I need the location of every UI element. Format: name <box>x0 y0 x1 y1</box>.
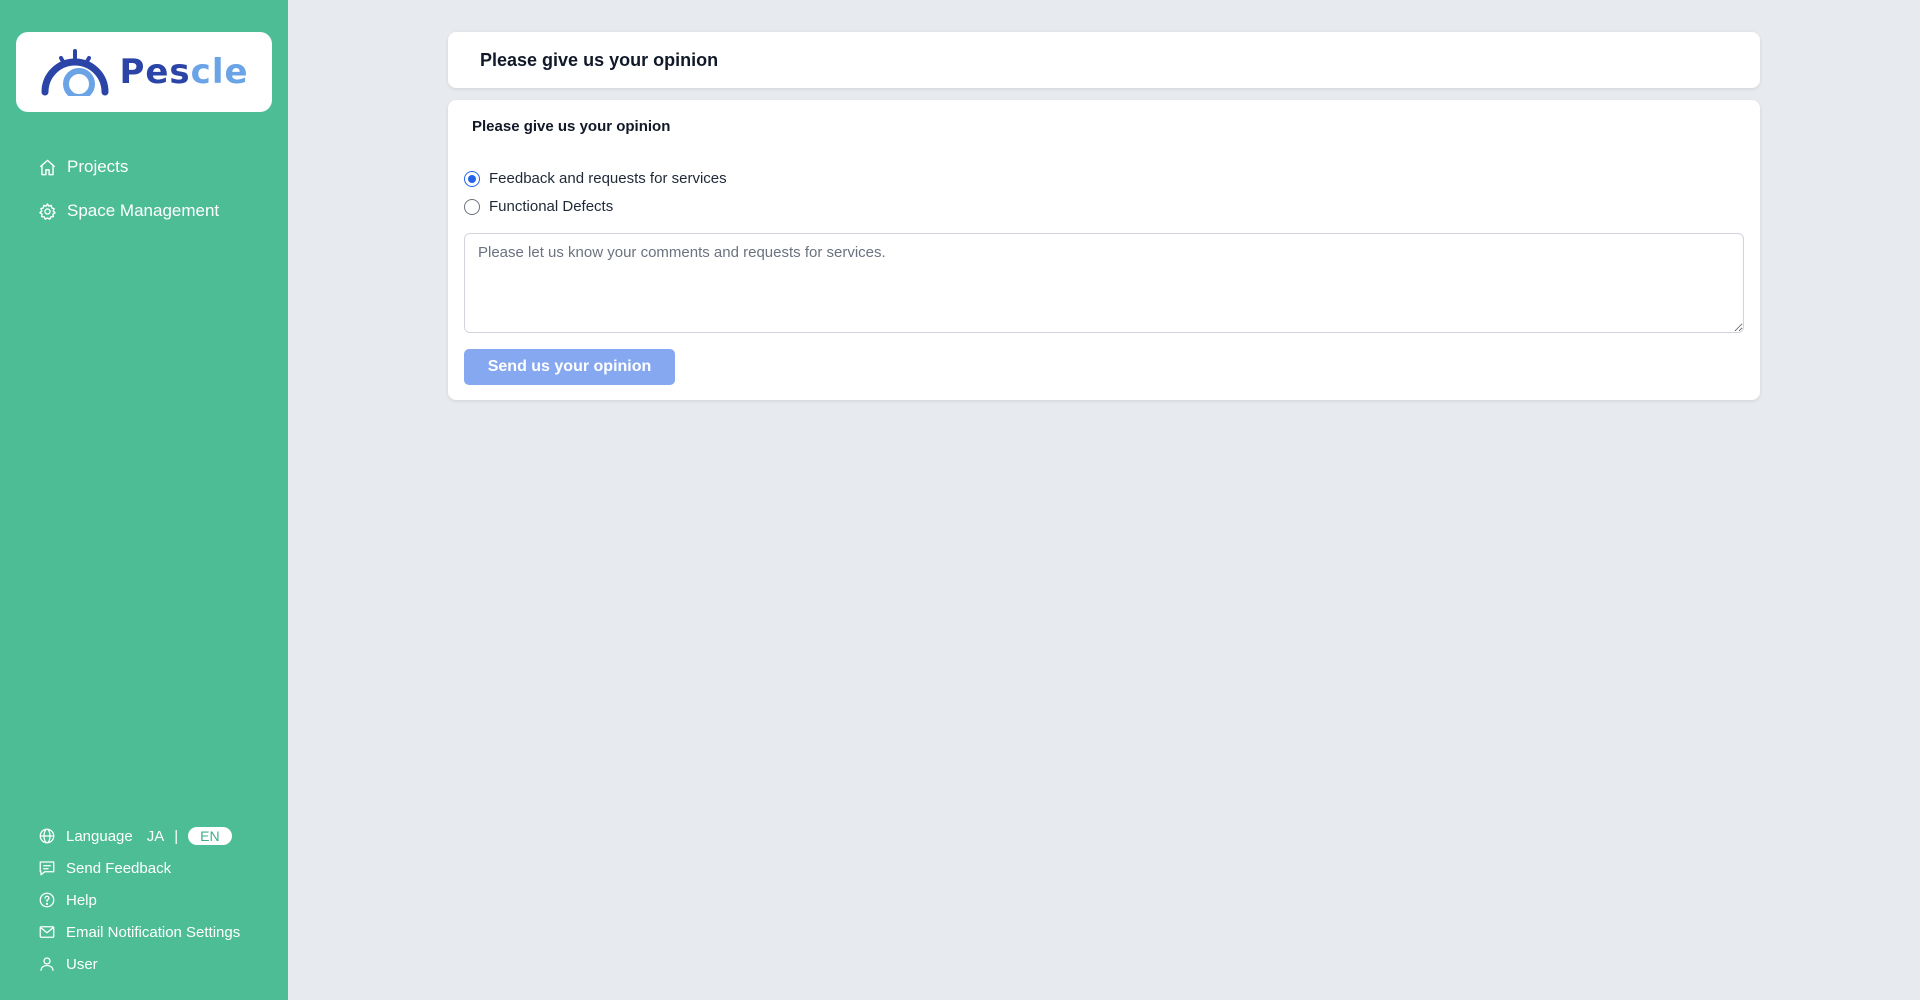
language-label: Language <box>66 827 133 845</box>
user-label: User <box>66 955 98 973</box>
language-option-en[interactable]: EN <box>188 827 232 845</box>
user-link[interactable]: User <box>38 952 240 976</box>
form-title: Please give us your opinion <box>472 118 671 135</box>
language-separator: | <box>174 827 179 845</box>
radio-button-checked[interactable] <box>464 170 480 187</box>
feedback-form-card: Please give us your opinion Feedback and… <box>448 100 1760 400</box>
sidebar-bottom: Language JA | EN Send Feedback Help Emai… <box>38 824 240 984</box>
send-opinion-button[interactable]: Send us your opinion <box>464 349 675 385</box>
globe-icon <box>39 828 55 844</box>
page-header-card: Please give us your opinion <box>448 32 1760 88</box>
eye-logo-icon <box>41 49 109 96</box>
sidebar-item-label: Space Management <box>67 201 220 220</box>
send-feedback-link[interactable]: Send Feedback <box>38 856 240 880</box>
sidebar-item-label: Projects <box>67 157 129 176</box>
email-notification-settings-link[interactable]: Email Notification Settings <box>38 920 240 944</box>
brand-wordmark: Pescle <box>119 52 248 92</box>
mail-icon <box>39 926 55 938</box>
email-notification-settings-label: Email Notification Settings <box>66 923 241 941</box>
gear-icon <box>39 202 56 220</box>
sidebar: Pescle Projects Space Management Languag… <box>0 0 288 1000</box>
help-icon <box>39 892 55 908</box>
brand-wordmark-light: cle <box>190 52 249 92</box>
language-option-ja[interactable]: JA <box>147 828 165 845</box>
page-title: Please give us your opinion <box>480 49 719 70</box>
chat-icon <box>39 861 55 876</box>
send-feedback-label: Send Feedback <box>66 859 172 877</box>
brand-wordmark-dark: Pes <box>119 52 191 92</box>
help-link[interactable]: Help <box>38 888 240 912</box>
sidebar-nav: Projects Space Management <box>38 152 219 240</box>
radio-button[interactable] <box>464 198 480 215</box>
radio-label: Feedback and requests for services <box>489 170 727 187</box>
sidebar-item-space-management[interactable]: Space Management <box>38 196 219 226</box>
help-label: Help <box>66 891 97 909</box>
radio-label: Functional Defects <box>489 198 614 215</box>
radio-option-functional-defects[interactable]: Functional Defects <box>464 198 613 215</box>
radio-option-feedback[interactable]: Feedback and requests for services <box>464 170 727 187</box>
user-icon <box>40 957 54 971</box>
home-icon <box>39 159 56 175</box>
language-switcher: Language JA | EN <box>38 824 240 848</box>
sidebar-item-projects[interactable]: Projects <box>38 152 219 182</box>
comments-textarea[interactable] <box>464 233 1744 333</box>
brand-logo[interactable]: Pescle <box>16 32 272 112</box>
